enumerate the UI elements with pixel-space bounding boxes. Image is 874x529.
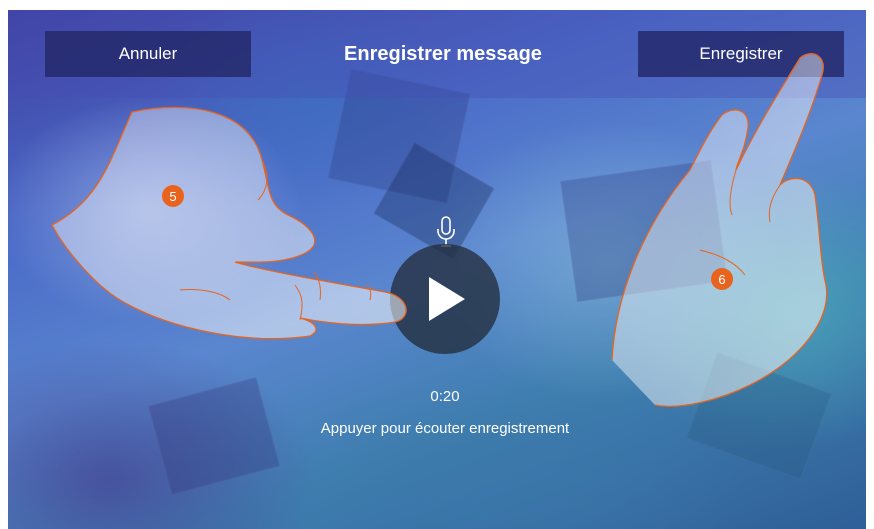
page-title: Enregistrer message <box>344 42 542 65</box>
callout-badge-6: 6 <box>711 268 733 290</box>
device-screen: Annuler Enregistrer message Enregistrer … <box>8 10 866 529</box>
save-button[interactable]: Enregistrer <box>638 31 844 77</box>
playback-hint: Appuyer pour écouter enregistrement <box>320 420 570 437</box>
play-button[interactable] <box>390 244 500 354</box>
recording-duration: 0:20 <box>430 388 460 405</box>
callout-badge-5: 5 <box>162 185 184 207</box>
background-cube <box>560 160 728 302</box>
play-icon <box>429 277 465 321</box>
cancel-button[interactable]: Annuler <box>45 31 251 77</box>
background-cube <box>685 351 833 481</box>
header-bar: Annuler Enregistrer message Enregistrer <box>8 10 866 98</box>
